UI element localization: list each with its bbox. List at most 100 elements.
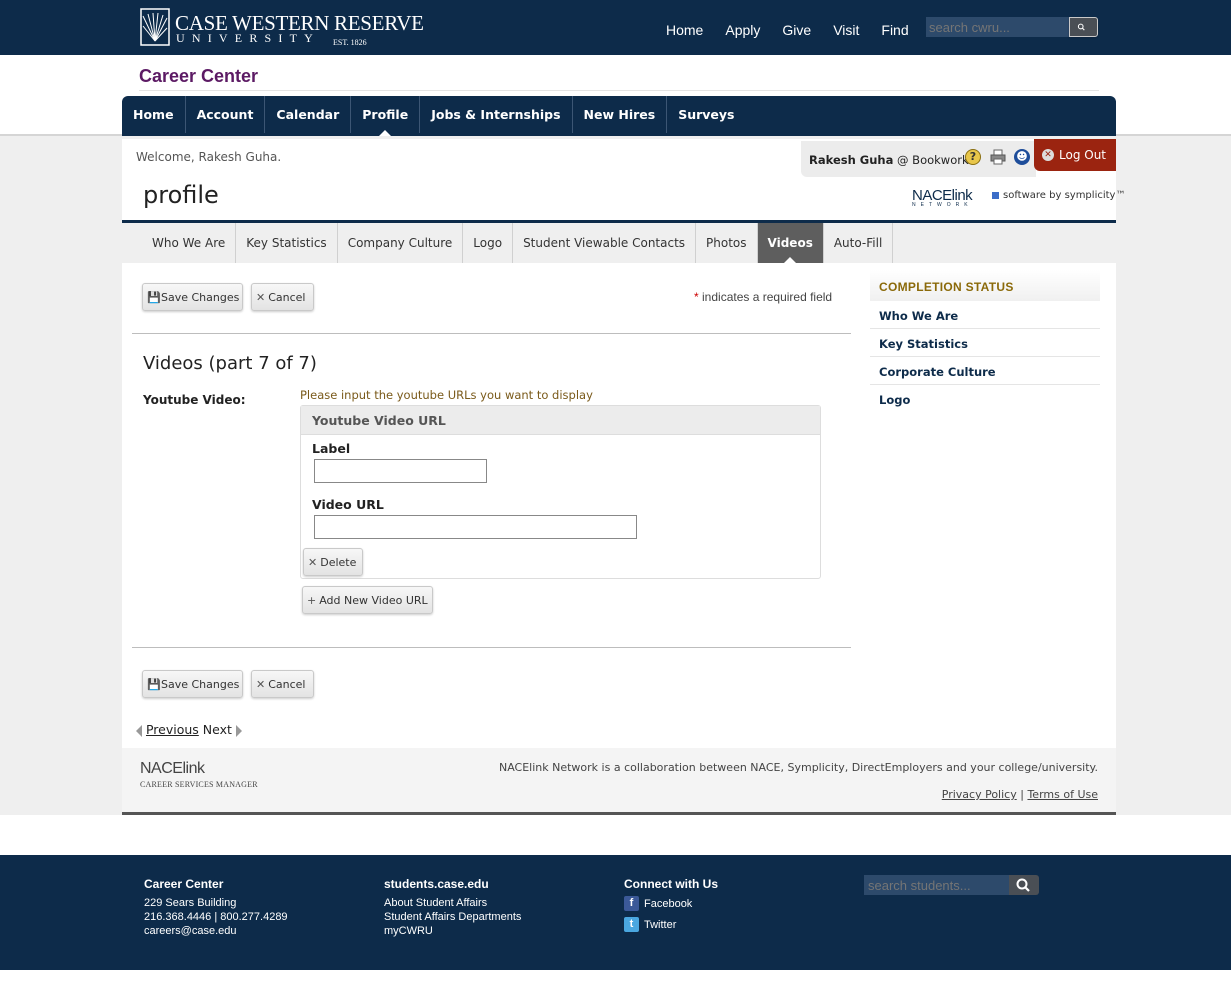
title-divider xyxy=(139,90,1099,91)
accessibility-icon[interactable]: ☻ xyxy=(1014,149,1030,165)
previous-link[interactable]: Previous xyxy=(146,722,199,737)
user-name-bold: Rakesh Guha xyxy=(809,153,894,167)
completion-item-key-statistics[interactable]: Key Statistics xyxy=(870,329,1100,357)
tab-videos[interactable]: Videos xyxy=(757,223,824,263)
video-url-field-label: Video URL xyxy=(312,497,384,512)
close-icon: ✕ xyxy=(1042,149,1054,161)
main-nav-profile[interactable]: Profile xyxy=(351,96,421,136)
required-star: * xyxy=(694,290,699,304)
main-nav-surveys[interactable]: Surveys xyxy=(667,96,745,133)
top-search-button[interactable] xyxy=(1069,17,1098,37)
footer-link-mycwru[interactable]: myCWRU xyxy=(384,924,521,938)
cancel-x-icon: ✕ xyxy=(256,290,266,304)
user-org: @ Bookwork xyxy=(897,153,969,167)
footer-career-center: Career Center 229 Sears Building 216.368… xyxy=(144,877,288,938)
top-nav-home[interactable]: Home xyxy=(666,22,703,38)
cancel-label: Cancel xyxy=(268,290,306,304)
welcome-text: Welcome, Rakesh Guha. xyxy=(136,150,282,164)
top-nav-apply[interactable]: Apply xyxy=(725,22,760,38)
tab-student-viewable-contacts[interactable]: Student Viewable Contacts xyxy=(513,223,697,263)
main-nav-account[interactable]: Account xyxy=(186,96,266,133)
delete-label: Delete xyxy=(320,555,357,569)
add-new-video-url-button[interactable]: + Add New Video URL xyxy=(302,586,433,614)
tab-who-we-are[interactable]: Who We Are xyxy=(142,223,237,263)
tab-key-statistics[interactable]: Key Statistics xyxy=(236,223,338,263)
facebook-link[interactable]: f Facebook xyxy=(624,896,718,911)
facebook-label: Facebook xyxy=(644,897,693,910)
symplicity-square-icon xyxy=(992,191,999,199)
cancel-button-bottom[interactable]: ✕ Cancel xyxy=(251,670,314,698)
search-icon xyxy=(1077,23,1085,31)
nacelink-logo: NACElink NETWORK xyxy=(912,187,973,208)
top-nav-visit[interactable]: Visit xyxy=(833,22,859,38)
logo-established: EST. 1826 xyxy=(333,38,367,47)
video-url-input[interactable] xyxy=(314,515,637,539)
footer-students: students.case.edu About Student Affairs … xyxy=(384,877,521,938)
terms-of-use-link[interactable]: Terms of Use xyxy=(1027,788,1098,801)
symplicity-logo: software by symplicity™ xyxy=(992,190,1125,201)
top-search-input[interactable] xyxy=(926,17,1069,37)
save-icon: 💾 xyxy=(147,677,161,691)
next-link[interactable]: Next xyxy=(203,722,232,737)
footer-link-student-affairs-departments[interactable]: Student Affairs Departments xyxy=(384,910,521,924)
nacelink-csm-logo-sub: CAREER SERVICES MANAGER xyxy=(140,780,258,789)
cancel-button-top[interactable]: ✕ Cancel xyxy=(251,283,314,311)
print-icon[interactable] xyxy=(990,149,1006,165)
previous-arrow-icon xyxy=(136,724,142,737)
footer-email[interactable]: careers@case.edu xyxy=(144,924,288,938)
completion-item-who-we-are[interactable]: Who We Are xyxy=(870,301,1100,329)
main-nav-jobs[interactable]: Jobs & Internships xyxy=(420,96,573,133)
required-note-text: indicates a required field xyxy=(702,290,833,304)
cwru-logo[interactable]: CASE WESTERN RESERVE UNIVERSITY EST. 182… xyxy=(140,8,424,48)
twitter-link[interactable]: t Twitter xyxy=(624,917,718,932)
footer-address: 229 Sears Building xyxy=(144,897,237,909)
completion-item-corporate-culture[interactable]: Corporate Culture xyxy=(870,357,1100,385)
footer-career-center-title[interactable]: Career Center xyxy=(144,877,288,891)
form-divider-bottom xyxy=(132,647,851,648)
delete-x-icon: ✕ xyxy=(308,555,318,569)
profile-tabs: Who We Are Key Statistics Company Cultur… xyxy=(122,223,1116,263)
form-divider-top xyxy=(132,333,851,334)
tab-auto-fill[interactable]: Auto-Fill xyxy=(824,223,894,263)
top-nav-give[interactable]: Give xyxy=(782,22,811,38)
help-icon[interactable]: ? xyxy=(965,149,981,165)
site-title[interactable]: Career Center xyxy=(139,66,258,87)
content-panel: Welcome, Rakesh Guha. Rakesh Guha @ Book… xyxy=(122,139,1125,748)
footer-search-input[interactable] xyxy=(864,875,1009,895)
footer-connect: Connect with Us f Facebook t Twitter xyxy=(624,877,718,938)
footer-search-button[interactable] xyxy=(1009,875,1039,895)
add-label: Add New Video URL xyxy=(319,593,428,607)
top-nav-find[interactable]: Find xyxy=(881,22,908,38)
footer-students-title[interactable]: students.case.edu xyxy=(384,877,521,891)
facebook-icon: f xyxy=(624,896,639,911)
label-input[interactable] xyxy=(314,459,487,483)
tab-logo[interactable]: Logo xyxy=(463,223,514,263)
starburst-logo-icon xyxy=(140,8,170,46)
site-footer: Career Center 229 Sears Building 216.368… xyxy=(0,855,1231,970)
main-nav-calendar[interactable]: Calendar xyxy=(265,96,352,133)
youtube-video-label: Youtube Video: xyxy=(143,393,246,407)
youtube-box-header: Youtube Video URL xyxy=(301,406,820,435)
save-changes-button-bottom[interactable]: 💾 Save Changes xyxy=(142,670,243,698)
nacelink-logo-sub: NETWORK xyxy=(912,202,973,208)
completion-item-logo[interactable]: Logo xyxy=(870,385,1100,413)
panel-footer: NACElink CAREER SERVICES MANAGER NACElin… xyxy=(122,748,1116,815)
twitter-label: Twitter xyxy=(644,918,677,931)
tab-photos[interactable]: Photos xyxy=(696,223,758,263)
logout-button[interactable]: ✕ Log Out xyxy=(1034,139,1116,171)
user-info: Rakesh Guha @ Bookwork ? ☻ xyxy=(801,141,1036,177)
main-nav-home[interactable]: Home xyxy=(122,96,186,133)
save-changes-button-top[interactable]: 💾 Save Changes xyxy=(142,283,243,311)
delete-button[interactable]: ✕ Delete xyxy=(303,548,363,576)
privacy-policy-link[interactable]: Privacy Policy xyxy=(942,788,1017,801)
tab-company-culture[interactable]: Company Culture xyxy=(338,223,464,263)
main-nav-new-hires[interactable]: New Hires xyxy=(573,96,668,133)
youtube-hint: Please input the youtube URLs you want t… xyxy=(300,388,593,402)
nacelink-csm-logo-text: NACElink xyxy=(140,760,205,777)
required-note: * indicates a required field xyxy=(694,290,832,304)
footer-link-about-student-affairs[interactable]: About Student Affairs xyxy=(384,896,521,910)
save-icon: 💾 xyxy=(147,290,161,304)
user-bar: Rakesh Guha @ Bookwork ? ☻ ✕ Log Out xyxy=(801,139,1116,177)
main-nav: Home Account Calendar Profile Jobs & Int… xyxy=(122,96,1116,136)
completion-status-title: COMPLETION STATUS xyxy=(870,270,1100,301)
